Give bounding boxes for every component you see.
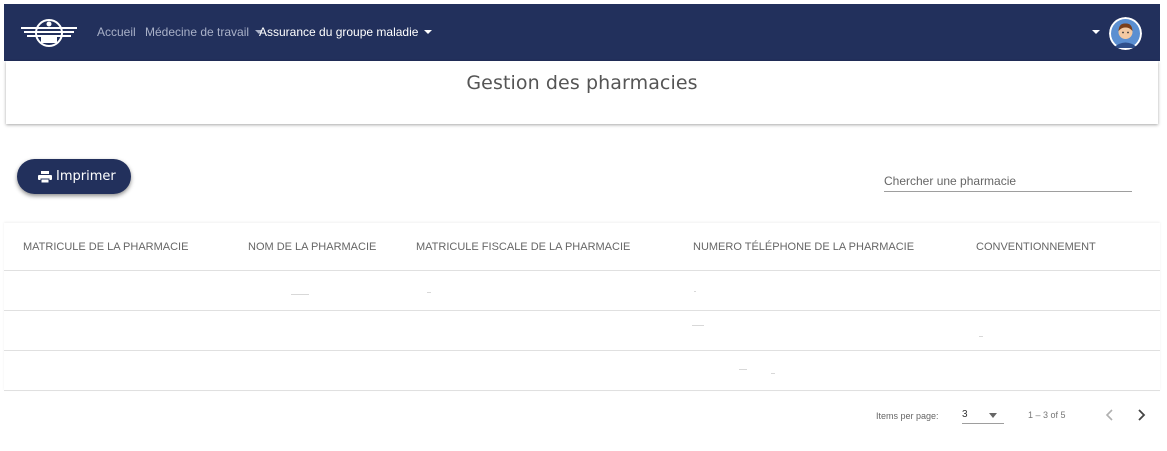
table-cell-faint (692, 325, 704, 326)
nav-menu-medecine-travail[interactable]: Médecine de travail (145, 25, 264, 39)
table-cell-faint (291, 294, 309, 295)
nav-menu-medecine-travail-label: Médecine de travail (145, 25, 250, 39)
nav-menu-assurance-groupe-label: Assurance du groupe maladie (259, 25, 419, 39)
logo-icon[interactable] (19, 17, 79, 49)
table-cell-faint (771, 373, 775, 374)
column-header-conventionnement[interactable]: CONVENTIONNEMENT (976, 241, 1096, 253)
chevron-right-icon (1138, 408, 1146, 421)
items-per-page-select[interactable]: 3 (962, 404, 1004, 424)
printer-icon (38, 170, 52, 183)
items-per-page-value: 3 (962, 409, 968, 420)
table-cell-faint (427, 292, 431, 293)
avatar-icon[interactable] (1109, 17, 1142, 50)
paginator: Items per page: 3 1 – 3 of 5 (4, 392, 1160, 442)
print-button[interactable]: Imprimer (17, 159, 131, 194)
next-page-button[interactable] (1133, 406, 1149, 426)
column-header-matricule[interactable]: MATRICULE DE LA PHARMACIE (23, 241, 188, 253)
search-input[interactable] (884, 172, 1132, 190)
print-button-label: Imprimer (56, 169, 116, 184)
table-cell-faint (694, 291, 696, 292)
top-navbar: Accueil Médecine de travail Assurance du… (4, 4, 1160, 61)
table-row[interactable] (4, 311, 1160, 351)
column-header-nom[interactable]: NOM DE LA PHARMACIE (248, 241, 376, 253)
table-header-row: MATRICULE DE LA PHARMACIE NOM DE LA PHAR… (4, 223, 1160, 271)
page-title: Gestion des pharmacies (466, 71, 698, 94)
table-cell-faint (979, 336, 983, 337)
nav-link-accueil[interactable]: Accueil (97, 25, 136, 39)
page-range-label: 1 – 3 of 5 (1028, 410, 1066, 420)
user-menu-caret-icon[interactable] (1092, 30, 1100, 34)
page-title-card: Gestion des pharmacies (6, 61, 1158, 124)
column-header-telephone[interactable]: NUMERO TÉLÉPHONE DE LA PHARMACIE (693, 241, 914, 253)
search-field (884, 172, 1132, 192)
table-row[interactable] (4, 271, 1160, 311)
table-row[interactable] (4, 351, 1160, 391)
nav-menu-assurance-groupe[interactable]: Assurance du groupe maladie (259, 25, 433, 39)
items-per-page-label: Items per page: (876, 411, 939, 421)
column-header-matricule-fiscale[interactable]: MATRICULE FISCALE DE LA PHARMACIE (416, 241, 630, 253)
previous-page-button[interactable] (1102, 406, 1118, 426)
table-cell-faint (739, 369, 747, 370)
chevron-left-icon (1105, 408, 1113, 421)
pharmacies-table: MATRICULE DE LA PHARMACIE NOM DE LA PHAR… (4, 223, 1160, 391)
chevron-down-icon (424, 29, 433, 34)
chevron-down-icon (989, 413, 997, 418)
